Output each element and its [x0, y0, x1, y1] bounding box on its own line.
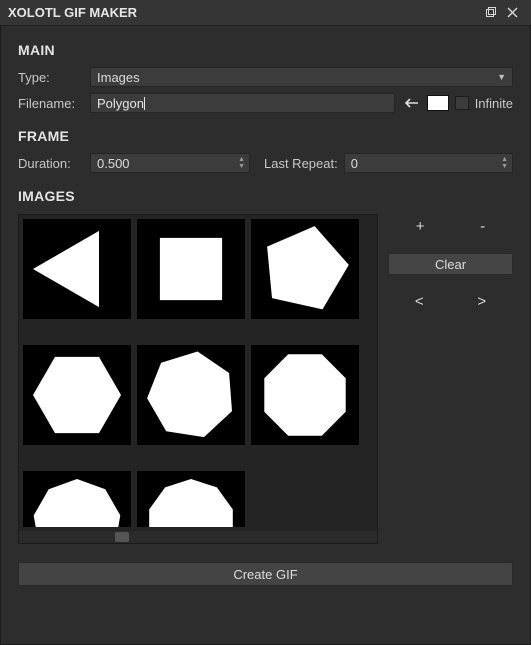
images-section-header: IMAGES — [18, 188, 513, 204]
navigate-row: < > — [388, 293, 513, 310]
duration-label: Duration: — [18, 156, 84, 171]
heptagon-icon — [137, 345, 245, 445]
type-label: Type: — [18, 70, 84, 85]
spinner-arrows-icon: ▲▼ — [501, 154, 508, 172]
scrollbar-horizontal[interactable] — [19, 531, 377, 543]
thumbnail-heptagon[interactable] — [137, 345, 245, 445]
titlebar: XOLOTL GIF MAKER — [0, 0, 531, 26]
hexagon-icon — [23, 345, 131, 445]
next-image-button[interactable]: > — [477, 293, 486, 310]
decagon-icon — [137, 473, 245, 527]
infinite-checkbox[interactable] — [455, 96, 469, 110]
thumbnail-hexagon[interactable] — [23, 345, 131, 445]
thumbnail-square[interactable] — [137, 219, 245, 319]
infinite-label: Infinite — [475, 96, 513, 111]
restore-icon — [485, 7, 496, 18]
images-side-controls: + - Clear < > — [388, 214, 513, 544]
filename-input[interactable]: Polygon — [90, 93, 395, 113]
create-row: Create GIF — [18, 562, 513, 586]
text-caret — [144, 97, 145, 110]
app-window: XOLOTL GIF MAKER MAIN Type: Images ▼ Fil… — [0, 0, 531, 645]
create-gif-button[interactable]: Create GIF — [18, 562, 513, 586]
last-repeat-label: Last Repeat: — [264, 156, 338, 171]
chevron-down-icon: ▼ — [497, 72, 506, 82]
frame-row: Duration: 0.500 ▲▼ Last Repeat: 0 ▲▼ — [18, 152, 513, 174]
type-select[interactable]: Images ▼ — [90, 67, 513, 87]
add-remove-row: + - — [388, 218, 513, 235]
triangle-icon — [23, 219, 131, 319]
frame-section-header: FRAME — [18, 128, 513, 144]
duration-input[interactable]: 0.500 ▲▼ — [90, 153, 250, 173]
remove-image-button[interactable]: - — [480, 218, 485, 235]
spinner-arrows-icon: ▲▼ — [238, 154, 245, 172]
arrow-left-icon — [404, 97, 418, 109]
filename-value: Polygon — [97, 96, 144, 111]
square-icon — [137, 219, 245, 319]
duration-value: 0.500 — [97, 156, 130, 171]
back-button[interactable] — [401, 93, 421, 113]
last-repeat-value: 0 — [351, 156, 358, 171]
pentagon-icon — [251, 219, 359, 319]
scrollbar-handle[interactable] — [115, 532, 129, 542]
close-button[interactable] — [501, 3, 523, 23]
type-value: Images — [97, 70, 140, 85]
add-image-button[interactable]: + — [416, 218, 425, 235]
restore-button[interactable] — [479, 3, 501, 23]
thumbnail-decagon[interactable] — [137, 471, 245, 527]
type-row: Type: Images ▼ — [18, 66, 513, 88]
prev-image-button[interactable]: < — [415, 293, 424, 310]
main-section-header: MAIN — [18, 42, 513, 58]
thumbnails-grid — [23, 219, 373, 544]
thumbnail-nonagon[interactable] — [23, 471, 131, 527]
images-area: + - Clear < > — [18, 214, 513, 544]
thumbnail-pentagon[interactable] — [251, 219, 359, 319]
content-area: MAIN Type: Images ▼ Filename: Polygon In… — [0, 26, 531, 645]
filename-label: Filename: — [18, 96, 84, 111]
last-repeat-input[interactable]: 0 ▲▼ — [344, 153, 513, 173]
window-title: XOLOTL GIF MAKER — [8, 5, 479, 20]
close-icon — [507, 7, 518, 18]
nonagon-icon — [23, 473, 131, 527]
clear-button[interactable]: Clear — [388, 253, 513, 275]
thumbnail-octagon[interactable] — [251, 345, 359, 445]
octagon-icon — [251, 345, 359, 445]
thumbnail-triangle[interactable] — [23, 219, 131, 319]
thumbnails-panel — [18, 214, 378, 544]
color-swatch[interactable] — [427, 95, 449, 111]
filename-row: Filename: Polygon Infinite — [18, 92, 513, 114]
